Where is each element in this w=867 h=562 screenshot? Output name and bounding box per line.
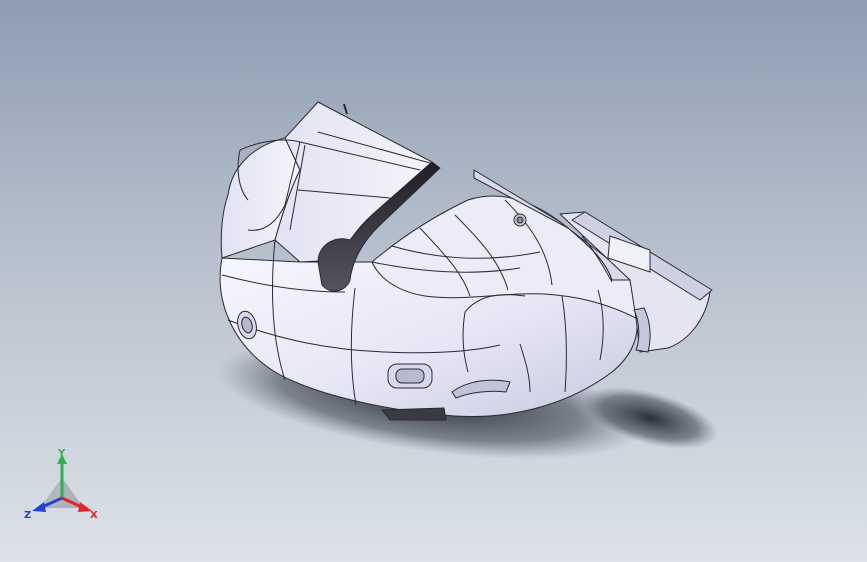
graphics-viewport[interactable]: Y X Z (0, 0, 867, 562)
y-axis-label: Y (57, 448, 66, 459)
3d-model-view[interactable] (0, 0, 867, 562)
x-axis-label: X (90, 510, 98, 521)
bottom-foot (380, 407, 447, 421)
orientation-triad[interactable]: Y X Z (22, 448, 102, 524)
z-axis-label: Z (24, 510, 31, 521)
